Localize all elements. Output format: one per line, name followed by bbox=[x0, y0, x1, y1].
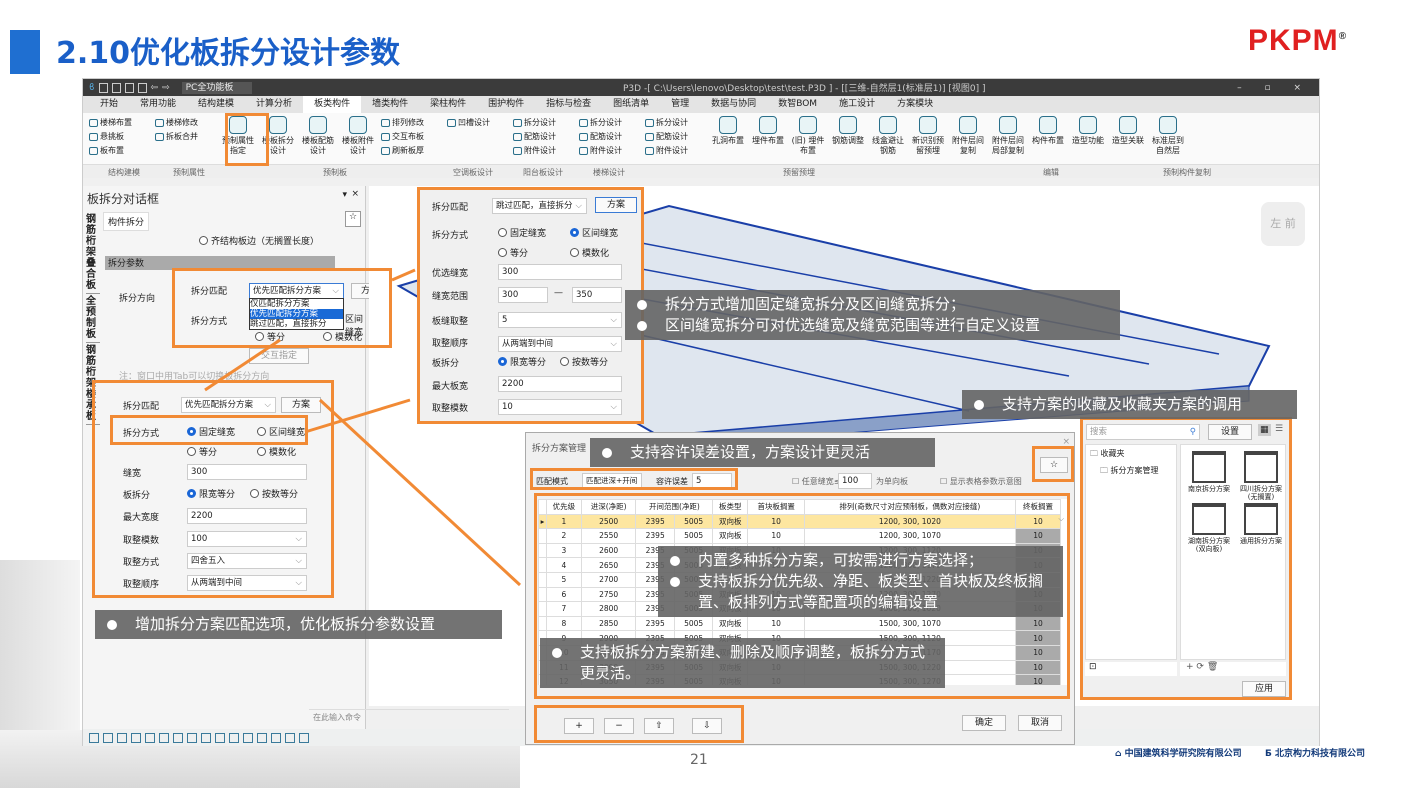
highlight-favorites bbox=[1080, 417, 1292, 700]
match-dropdown: 仅匹配拆分方案 优先匹配拆分方案 跳过匹配，直接拆分 bbox=[249, 298, 344, 330]
interval-gap-panel: 拆分匹配 跳过匹配，直接拆分 方案 拆分方式 固定缝宽 区间缝宽 等分 模数化 … bbox=[417, 187, 644, 424]
fp-match-select[interactable]: 跳过匹配，直接拆分 bbox=[492, 198, 587, 214]
gapround-select[interactable]: 5 bbox=[498, 312, 622, 328]
footer-right: 北京构力科技有限公司 bbox=[1275, 749, 1366, 759]
callout-text: 内置多种拆分方案，可按需进行方案选择； bbox=[698, 551, 984, 569]
callout-favorites: 支持方案的收藏及收藏夹方案的调用 bbox=[962, 390, 1297, 419]
any-gap-checkbox[interactable]: ☐ 任意缝宽≤ bbox=[792, 476, 840, 487]
fp-modular-label: 模数化 bbox=[582, 249, 610, 259]
page-number: 21 bbox=[690, 752, 708, 768]
callout-scheme-edit: 支持板拆分方案新建、删除及顺序调整，板拆分方式更灵活。 bbox=[540, 638, 945, 688]
any-gap-input[interactable]: 100 bbox=[838, 473, 872, 489]
pref-input[interactable]: 300 bbox=[498, 264, 622, 280]
fp-radio-limit[interactable] bbox=[498, 357, 507, 366]
cancel-button[interactable]: 取消 bbox=[1018, 715, 1062, 731]
pkpm-company-logo: Ƃ 北京构力科技有限公司 bbox=[1265, 749, 1366, 759]
fp-fixed-label: 固定缝宽 bbox=[510, 229, 547, 239]
fp-radio-modular[interactable] bbox=[570, 248, 579, 257]
footer-left: 中国建筑科学研究院有限公司 bbox=[1124, 749, 1242, 759]
callout-text: 支持板拆分优先级、净距、板类型、首块板及终板搁置、板排列方式等配置项的编辑设置 bbox=[698, 572, 1044, 611]
fp-mod-select[interactable]: 10 bbox=[498, 399, 622, 415]
option-prefer-match[interactable]: 优先匹配拆分方案 bbox=[250, 309, 343, 319]
fp-maxw-input[interactable]: 2200 bbox=[498, 376, 622, 392]
option-skip-match[interactable]: 跳过匹配，直接拆分 bbox=[250, 319, 343, 329]
dialog-title: 拆分方案管理 bbox=[532, 444, 587, 454]
fp-split-label: 板拆分 bbox=[432, 359, 460, 369]
fp-radio-count[interactable] bbox=[560, 357, 569, 366]
show-diagram-checkbox[interactable]: ☐ 显示表格参数示意图 bbox=[940, 476, 1022, 487]
one-way-label: 为单向板 bbox=[876, 477, 908, 486]
fp-radio-fixed[interactable] bbox=[498, 228, 507, 237]
callout-text: 增加拆分方案匹配选项，优化板拆分参数设置 bbox=[135, 615, 436, 633]
fp-match-label: 拆分匹配 bbox=[432, 203, 469, 213]
callout-text: 拆分方式增加固定缝宽拆分及区间缝宽拆分； bbox=[665, 295, 966, 313]
option-only-match[interactable]: 仅匹配拆分方案 bbox=[250, 299, 343, 309]
fp-equal-label: 等分 bbox=[510, 249, 529, 259]
gapround-label: 板缝取整 bbox=[432, 317, 469, 327]
fp-mod-label: 取整模数 bbox=[432, 404, 469, 414]
fp-limit-label: 限宽等分 bbox=[510, 358, 547, 368]
highlight-tolerance bbox=[530, 468, 738, 490]
fp-order-select[interactable]: 从两端到中间 bbox=[498, 336, 622, 352]
callout-tolerance: 支持容许误差设置，方案设计更灵活 bbox=[590, 438, 935, 467]
fp-count-label: 按数等分 bbox=[572, 358, 609, 368]
range-min-input[interactable]: 300 bbox=[498, 287, 548, 303]
highlight-buttons bbox=[534, 705, 744, 743]
fp-method-label: 拆分方式 bbox=[432, 231, 469, 241]
fp-radio-equal[interactable] bbox=[498, 248, 507, 257]
fp-radio-interval[interactable] bbox=[570, 228, 579, 237]
range-label: 缝宽范围 bbox=[432, 292, 469, 302]
range-max-input[interactable]: 350 bbox=[572, 287, 622, 303]
fp-order-label: 取整顺序 bbox=[432, 339, 469, 349]
callout-builtin-schemes: 内置多种拆分方案，可按需进行方案选择； 支持板拆分优先级、净距、板类型、首块板及终… bbox=[658, 546, 1063, 617]
range-sep: — bbox=[554, 288, 563, 298]
callout-text: 支持方案的收藏及收藏夹方案的调用 bbox=[1002, 395, 1243, 413]
callout-interval-gap: 拆分方式增加固定缝宽拆分及区间缝宽拆分； 区间缝宽拆分可对优选缝宽及缝宽范围等进行… bbox=[625, 290, 1120, 340]
highlight-star bbox=[1032, 446, 1074, 482]
pref-label: 优选缝宽 bbox=[432, 269, 469, 279]
any-gap-label: 任意缝宽≤ bbox=[801, 477, 841, 486]
callout-text: 支持板拆分方案新建、删除及顺序调整，板拆分方式更灵活。 bbox=[580, 643, 926, 682]
show-diagram-label: 显示表格参数示意图 bbox=[949, 477, 1022, 486]
ok-button[interactable]: 确定 bbox=[962, 715, 1006, 731]
callout-text: 支持容许误差设置，方案设计更灵活 bbox=[630, 443, 871, 461]
callout-text: 区间缝宽拆分可对优选缝宽及缝宽范围等进行自定义设置 bbox=[665, 316, 1041, 334]
cabr-logo: ⌂ 中国建筑科学研究院有限公司 bbox=[1115, 749, 1242, 759]
fp-maxw-label: 最大板宽 bbox=[432, 382, 469, 392]
fp-scheme-button[interactable]: 方案 bbox=[595, 197, 637, 213]
callout-match-option: 增加拆分方案匹配选项，优化板拆分参数设置 bbox=[95, 610, 502, 639]
fp-interval-label: 区间缝宽 bbox=[582, 229, 619, 239]
